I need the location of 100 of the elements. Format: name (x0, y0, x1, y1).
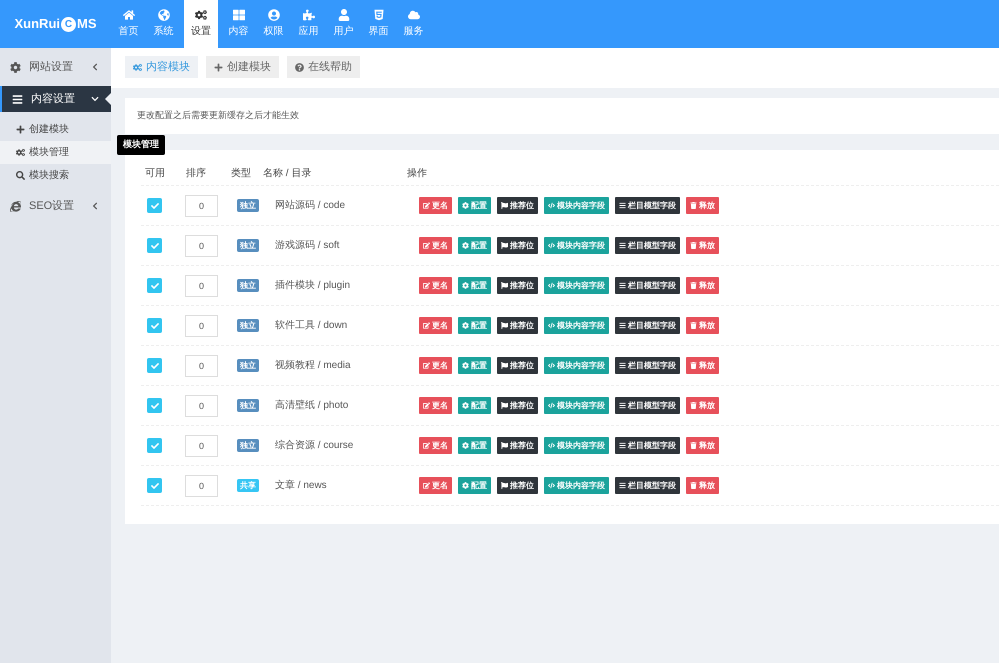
module-name: 插件模块 / plugin (275, 278, 352, 293)
trash-icon (690, 322, 697, 329)
action-button[interactable]: 推荐位 (497, 317, 538, 334)
action-button[interactable]: 推荐位 (497, 477, 538, 494)
nav-tab[interactable]: 系统 (146, 0, 181, 48)
code-icon (548, 402, 555, 409)
action-button[interactable]: 更名 (419, 317, 452, 334)
sidebar-item[interactable]: SEO设置 (0, 193, 111, 219)
toolbar-tab[interactable]: 在线帮助 (287, 56, 360, 78)
nav-tab[interactable]: 首页 (111, 0, 146, 48)
action-button[interactable]: 更名 (419, 397, 452, 414)
order-field[interactable]: 0 (185, 434, 218, 456)
check-icon (150, 242, 158, 250)
checkbox[interactable] (147, 318, 162, 333)
action-button[interactable]: 释放 (686, 477, 719, 494)
action-button[interactable]: 栏目模型字段 (615, 197, 680, 214)
logo[interactable]: XunRui C MS (0, 0, 111, 48)
module-name: 高清壁纸 / photo (275, 398, 350, 413)
action-button[interactable]: 栏目模型字段 (615, 357, 680, 374)
action-button[interactable]: 栏目模型字段 (615, 397, 680, 414)
nav-tab[interactable]: 界面 (361, 0, 396, 48)
action-button[interactable]: 配置 (458, 277, 491, 294)
nav-tab[interactable]: 用户 (326, 0, 361, 48)
html5-icon (372, 9, 384, 21)
action-button[interactable]: 栏目模型字段 (615, 317, 680, 334)
type-tag: 独立 (237, 239, 259, 252)
action-button[interactable]: 栏目模型字段 (615, 477, 680, 494)
action-button[interactable]: 栏目模型字段 (615, 277, 680, 294)
action-button[interactable]: 配置 (458, 357, 491, 374)
nav-tab[interactable]: 内容 (221, 0, 256, 48)
order-field[interactable]: 0 (185, 194, 218, 216)
action-button[interactable]: 模块内容字段 (544, 277, 609, 294)
action-button[interactable]: 推荐位 (497, 237, 538, 254)
sidebar-item[interactable]: 网站设置 (0, 54, 111, 80)
action-button[interactable]: 配置 (458, 437, 491, 454)
column-header: 可用 (144, 167, 166, 181)
action-button[interactable]: 释放 (686, 437, 719, 454)
gear-icon (462, 322, 469, 329)
action-button[interactable]: 释放 (686, 277, 719, 294)
flag-icon (501, 322, 508, 329)
order-field[interactable]: 0 (185, 234, 218, 256)
nav-tab[interactable]: 设置 (184, 0, 218, 48)
action-button[interactable]: 模块内容字段 (544, 437, 609, 454)
action-button[interactable]: 释放 (686, 357, 719, 374)
action-button[interactable]: 模块内容字段 (544, 477, 609, 494)
puzzle-icon (302, 9, 314, 21)
action-button[interactable]: 更名 (419, 277, 452, 294)
action-button[interactable]: 释放 (686, 397, 719, 414)
action-button[interactable]: 更名 (419, 197, 452, 214)
trash-icon (690, 362, 697, 369)
checkbox[interactable] (147, 478, 162, 493)
module-name: 视频教程 / media (275, 358, 352, 373)
action-button[interactable]: 释放 (686, 317, 719, 334)
checkbox[interactable] (147, 198, 162, 213)
action-button[interactable]: 模块内容字段 (544, 397, 609, 414)
action-button[interactable]: 模块内容字段 (544, 197, 609, 214)
action-button[interactable]: 释放 (686, 197, 719, 214)
action-button[interactable]: 配置 (458, 237, 491, 254)
sidebar-item[interactable]: 内容设置 (0, 86, 111, 112)
order-field[interactable]: 0 (185, 274, 218, 296)
checkbox[interactable] (147, 358, 162, 373)
order-field[interactable]: 0 (185, 354, 218, 376)
action-button[interactable]: 栏目模型字段 (615, 437, 680, 454)
nav-tab[interactable]: 应用 (291, 0, 326, 48)
action-button[interactable]: 更名 (419, 437, 452, 454)
action-button[interactable]: 推荐位 (497, 357, 538, 374)
toolbar-tab[interactable]: 创建模块 (206, 56, 279, 78)
action-button[interactable]: 配置 (458, 397, 491, 414)
code-icon (548, 362, 555, 369)
action-button[interactable]: 推荐位 (497, 277, 538, 294)
action-button[interactable]: 推荐位 (497, 197, 538, 214)
action-button[interactable]: 更名 (419, 237, 452, 254)
checkbox[interactable] (147, 278, 162, 293)
action-button[interactable]: 模块内容字段 (544, 237, 609, 254)
action-button[interactable]: 更名 (419, 477, 452, 494)
action-button[interactable]: 配置 (458, 317, 491, 334)
checkbox[interactable] (147, 398, 162, 413)
type-tag: 独立 (237, 359, 259, 372)
action-button[interactable]: 更名 (419, 357, 452, 374)
action-button[interactable]: 推荐位 (497, 397, 538, 414)
nav-tab[interactable]: 服务 (396, 0, 431, 48)
action-button[interactable]: 栏目模型字段 (615, 237, 680, 254)
order-field[interactable]: 0 (185, 314, 218, 336)
action-button[interactable]: 配置 (458, 197, 491, 214)
action-button[interactable]: 模块内容字段 (544, 317, 609, 334)
checkbox[interactable] (147, 438, 162, 453)
nav-tab[interactable]: 权限 (256, 0, 291, 48)
sidebar-subitem[interactable]: 模块搜索 (0, 164, 111, 187)
checkbox[interactable] (147, 238, 162, 253)
flag-icon (501, 482, 508, 489)
trash-icon (690, 242, 697, 249)
list-icon (619, 322, 626, 329)
action-button[interactable]: 释放 (686, 237, 719, 254)
order-field[interactable]: 0 (185, 394, 218, 416)
action-button[interactable]: 模块内容字段 (544, 357, 609, 374)
order-field[interactable]: 0 (185, 474, 218, 496)
toolbar-tab[interactable]: 内容模块 (125, 56, 198, 78)
list-icon (619, 242, 626, 249)
action-button[interactable]: 配置 (458, 477, 491, 494)
action-button[interactable]: 推荐位 (497, 437, 538, 454)
